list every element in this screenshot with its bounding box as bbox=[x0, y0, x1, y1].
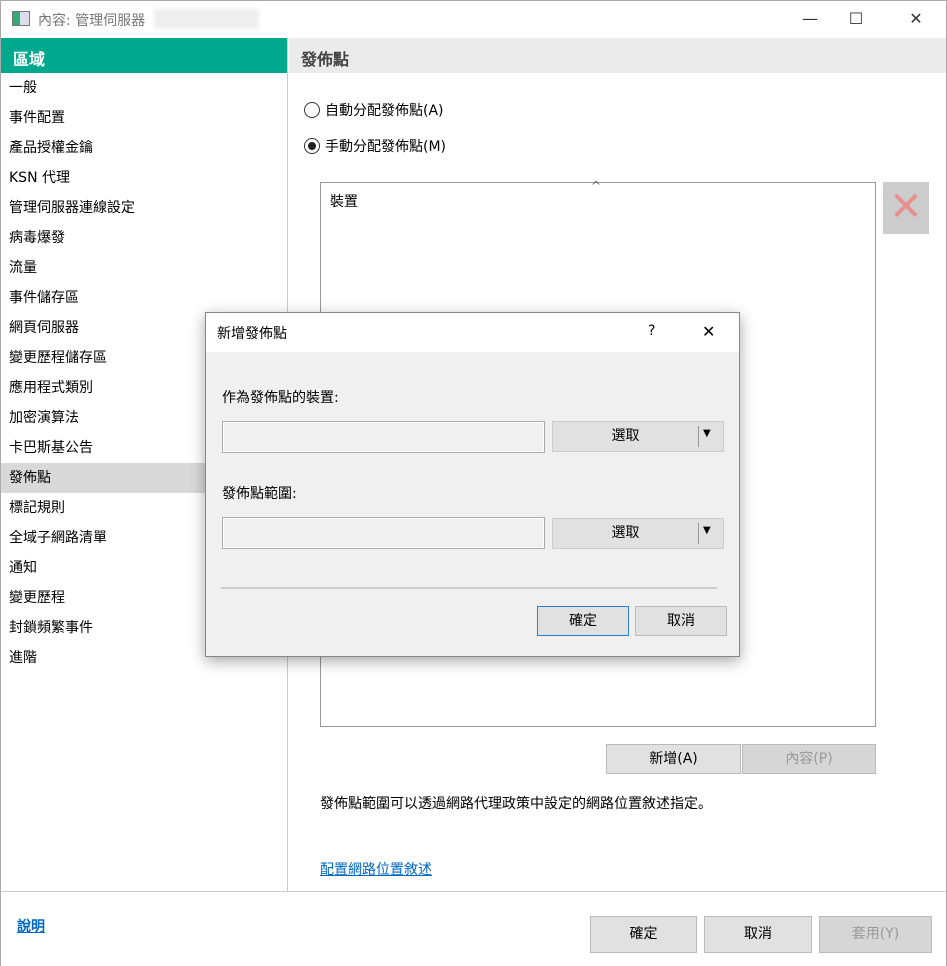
ok-button[interactable]: 確定 bbox=[590, 916, 697, 953]
sidebar-header: 區域 bbox=[1, 38, 287, 73]
sidebar-item[interactable]: 事件配置 bbox=[1, 103, 287, 133]
scope-select-button[interactable]: 選取 ▼ bbox=[552, 518, 724, 549]
sidebar-item[interactable]: 一般 bbox=[1, 73, 287, 103]
dialog-title: 新增發佈點 bbox=[217, 323, 287, 343]
window-title: 內容: 管理伺服器 bbox=[38, 10, 145, 30]
sidebar-item[interactable]: 流量 bbox=[1, 253, 287, 283]
properties-button[interactable]: 內容(P) bbox=[742, 744, 876, 774]
delete-icon[interactable]: ✕ bbox=[883, 182, 929, 234]
minimize-button[interactable]: — bbox=[787, 5, 833, 33]
redacted-server-name bbox=[154, 9, 259, 29]
sidebar-item[interactable]: KSN 代理 bbox=[1, 163, 287, 193]
section-title: 發佈點 bbox=[289, 38, 946, 73]
cancel-button[interactable]: 取消 bbox=[704, 916, 812, 953]
sidebar-item[interactable]: 產品授權金鑰 bbox=[1, 133, 287, 163]
sort-indicator-icon: ^ bbox=[591, 179, 601, 193]
help-link[interactable]: 說明 bbox=[17, 916, 45, 936]
dialog-ok-button[interactable]: 確定 bbox=[537, 606, 629, 636]
scope-input[interactable] bbox=[222, 517, 545, 549]
select-label: 選取 bbox=[553, 519, 698, 548]
select-label: 選取 bbox=[553, 422, 698, 451]
footer: 說明 確定 取消 套用(Y) bbox=[1, 891, 946, 966]
divider bbox=[221, 587, 717, 589]
add-distribution-point-dialog: 新增發佈點 ? ✕ 作為發佈點的裝置: 選取 ▼ 發佈點範圍: 選取 ▼ 確定 取消 bbox=[205, 312, 740, 657]
dialog-title-bar: 新增發佈點 ? ✕ bbox=[206, 313, 739, 352]
info-note: 發佈點範圍可以透過網路代理政策中設定的網路位置敘述指定。 bbox=[320, 793, 712, 813]
radio-label: 自動分配發佈點(A) bbox=[325, 100, 444, 120]
sidebar-item[interactable]: 病毒爆發 bbox=[1, 223, 287, 253]
sidebar-item[interactable]: 事件儲存區 bbox=[1, 283, 287, 313]
column-header-device[interactable]: 裝置 bbox=[330, 191, 358, 211]
add-button[interactable]: 新增(A) bbox=[606, 744, 741, 774]
device-select-button[interactable]: 選取 ▼ bbox=[552, 421, 724, 452]
radio-auto-assign[interactable]: 自動分配發佈點(A) bbox=[304, 100, 444, 120]
help-icon[interactable]: ? bbox=[648, 323, 655, 339]
device-label: 作為發佈點的裝置: bbox=[222, 387, 339, 407]
radio-circle-checked[interactable] bbox=[304, 138, 320, 154]
device-input[interactable] bbox=[222, 421, 545, 453]
radio-manual-assign[interactable]: 手動分配發佈點(M) bbox=[304, 136, 446, 156]
dialog-close-icon[interactable]: ✕ bbox=[702, 322, 715, 341]
title-bar: 內容: 管理伺服器 — ☐ ✕ bbox=[1, 1, 946, 38]
dropdown-arrow-icon[interactable]: ▼ bbox=[703, 525, 711, 536]
dialog-cancel-button[interactable]: 取消 bbox=[635, 606, 727, 636]
apply-button[interactable]: 套用(Y) bbox=[819, 916, 932, 953]
radio-label: 手動分配發佈點(M) bbox=[325, 136, 446, 156]
sidebar-item[interactable]: 管理伺服器連線設定 bbox=[1, 193, 287, 223]
close-button[interactable]: ✕ bbox=[893, 5, 939, 33]
configure-location-link[interactable]: 配置網路位置敘述 bbox=[320, 859, 432, 879]
app-icon bbox=[12, 11, 30, 26]
maximize-button[interactable]: ☐ bbox=[833, 5, 879, 33]
radio-circle[interactable] bbox=[304, 102, 320, 118]
dropdown-arrow-icon[interactable]: ▼ bbox=[703, 428, 711, 439]
scope-label: 發佈點範圍: bbox=[222, 483, 297, 503]
